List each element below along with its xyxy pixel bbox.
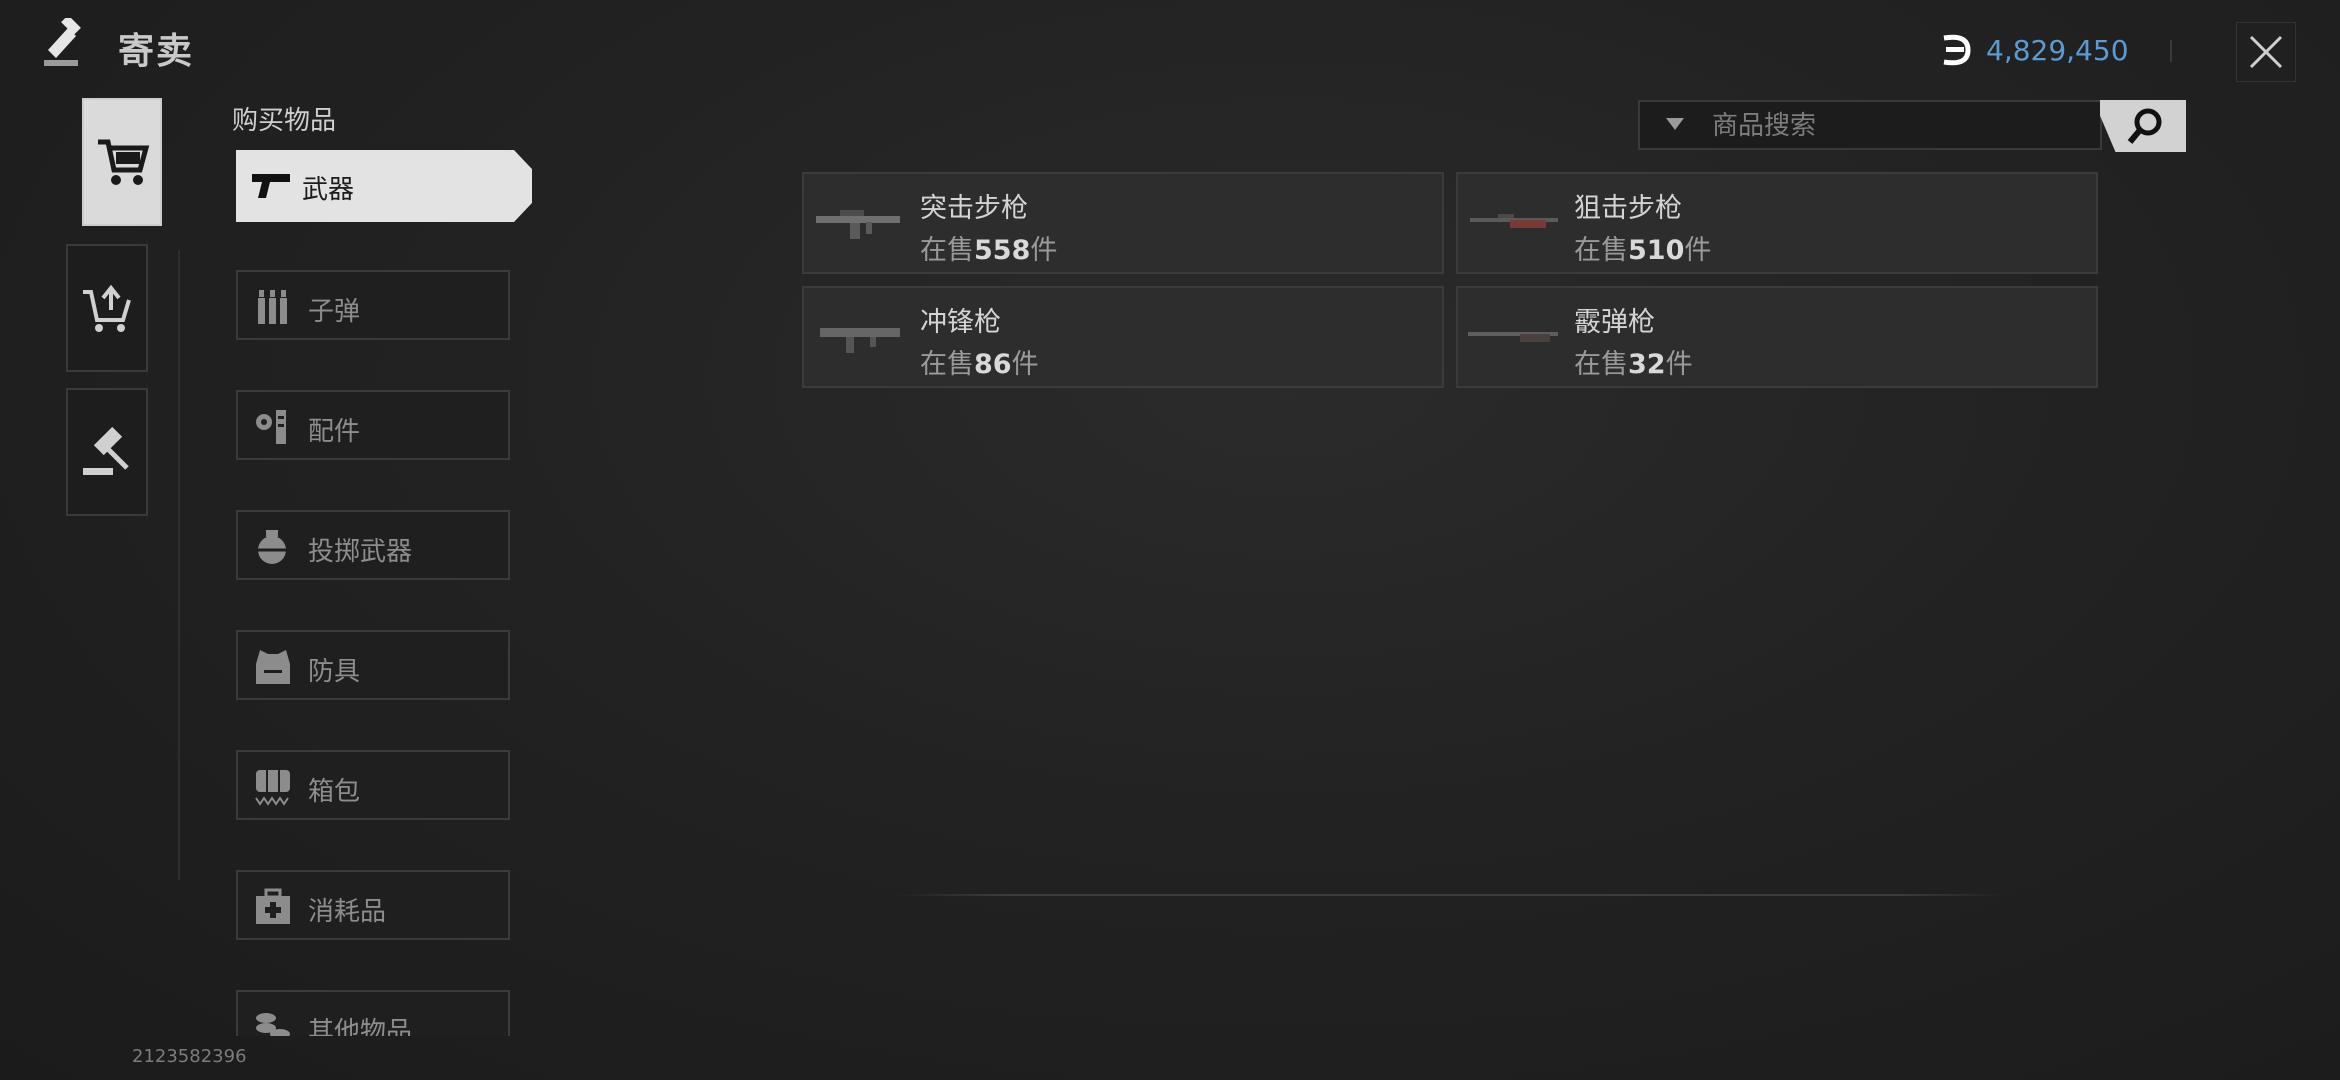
item-name: 狙击步枪	[1574, 193, 1682, 224]
item-name: 冲锋枪	[920, 307, 1001, 338]
currency-balance: 4,829,450	[1986, 34, 2129, 67]
attachment-icon	[256, 410, 286, 444]
category-label: 子弹	[308, 297, 361, 327]
category-armor[interactable]: 防具	[236, 630, 510, 700]
medkit-icon	[256, 888, 290, 924]
category-others[interactable]: 其他物品	[236, 990, 510, 1036]
item-smg[interactable]: 冲锋枪 在售86件	[802, 286, 1444, 388]
list-bottom-divider	[894, 894, 2008, 896]
coins-icon	[256, 1013, 290, 1036]
search-button[interactable]	[2100, 100, 2186, 152]
category-label: 投掷武器	[308, 537, 413, 567]
gavel-icon	[83, 426, 129, 475]
category-label: 防具	[308, 657, 361, 687]
side-tab-buy[interactable]	[82, 98, 162, 226]
armor-icon	[256, 650, 290, 684]
side-tab-sell[interactable]	[66, 244, 148, 372]
cart-upload-icon	[83, 284, 131, 332]
cart-icon	[98, 139, 150, 185]
item-stock: 在售510件	[1574, 235, 1712, 266]
search-input[interactable]	[1710, 104, 2094, 148]
item-count: 558	[974, 235, 1031, 266]
category-consumables[interactable]: 消耗品	[236, 870, 510, 940]
item-name: 霰弹枪	[1574, 307, 1655, 338]
grenade-icon	[258, 530, 286, 564]
backpack-icon	[255, 770, 290, 806]
close-icon	[2249, 35, 2283, 69]
category-label: 武器	[302, 175, 355, 205]
category-list: 武器 子弹 配件 投掷武器 防具 箱包 消耗品 其他物品	[230, 140, 550, 1036]
category-ammo[interactable]: 子弹	[236, 270, 510, 340]
pistol-icon	[252, 174, 290, 198]
currency-icon	[1943, 34, 1971, 66]
category-label: 其他物品	[308, 1017, 413, 1036]
side-divider	[178, 250, 180, 880]
sniper-rifle-icon	[1470, 214, 1558, 228]
item-count: 32	[1628, 349, 1666, 380]
header-divider	[2170, 40, 2172, 62]
smg-icon	[820, 328, 900, 353]
shotgun-icon	[1468, 332, 1558, 342]
item-stock: 在售558件	[920, 235, 1058, 266]
item-stock: 在售86件	[920, 349, 1039, 380]
category-attachments[interactable]: 配件	[236, 390, 510, 460]
close-button[interactable]	[2236, 22, 2296, 82]
search-icon	[2127, 108, 2162, 144]
side-tab-auction[interactable]	[66, 388, 148, 516]
user-id: 2123582396	[132, 1046, 247, 1067]
category-weapons[interactable]: 武器	[236, 150, 532, 222]
category-bags[interactable]: 箱包	[236, 750, 510, 820]
item-stock: 在售32件	[1574, 349, 1693, 380]
page-title: 寄卖	[118, 31, 195, 72]
item-sniper-rifle[interactable]: 狙击步枪 在售510件	[1456, 172, 2098, 274]
category-label: 消耗品	[308, 897, 387, 927]
gavel-icon	[44, 18, 81, 66]
dropdown-arrow-icon[interactable]	[1666, 118, 1684, 130]
ammo-icon	[258, 290, 287, 324]
item-name: 突击步枪	[920, 193, 1028, 224]
item-assault-rifle[interactable]: 突击步枪 在售558件	[802, 172, 1444, 274]
category-label: 配件	[308, 417, 361, 447]
item-count: 510	[1628, 235, 1685, 266]
item-shotgun[interactable]: 霰弹枪 在售32件	[1456, 286, 2098, 388]
category-throwables[interactable]: 投掷武器	[236, 510, 510, 580]
item-count: 86	[974, 349, 1012, 380]
assault-rifle-icon	[816, 210, 900, 239]
section-title: 购买物品	[232, 106, 337, 136]
category-label: 箱包	[308, 777, 361, 807]
